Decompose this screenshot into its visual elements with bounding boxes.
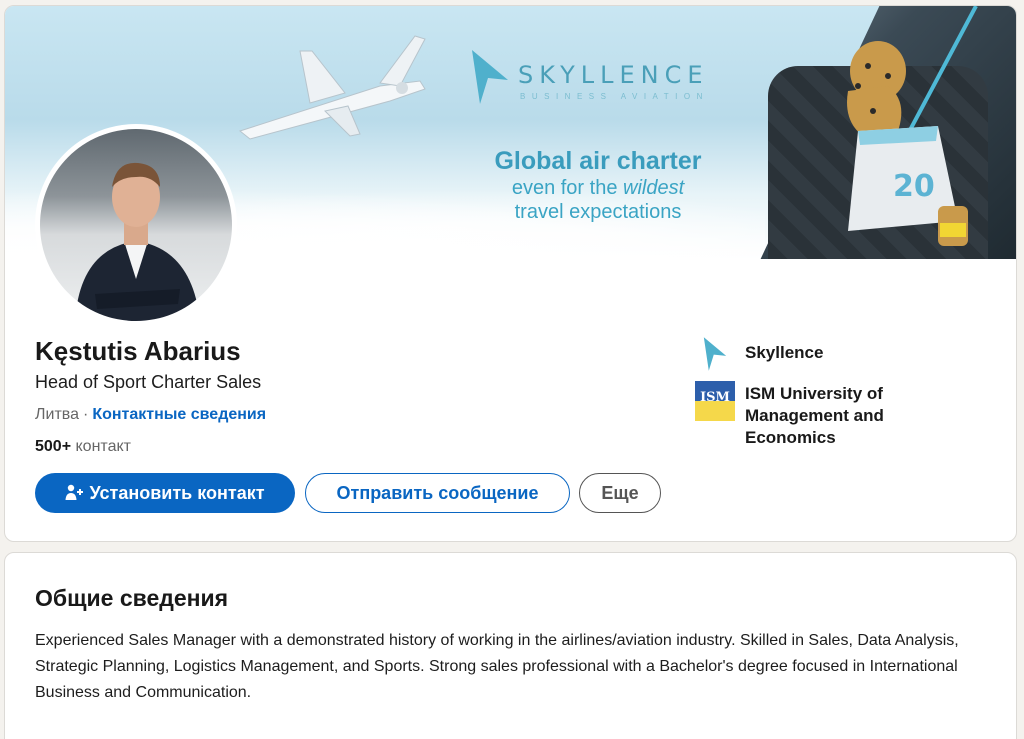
location-row: Литва · Контактные сведения bbox=[35, 406, 267, 423]
connections-count[interactable]: 500+ контакт bbox=[35, 438, 131, 456]
profile-name: Kęstutis Abarius bbox=[35, 336, 241, 366]
school-name: ISM University of Management and Economi… bbox=[745, 384, 884, 447]
profile-location: Литва bbox=[35, 406, 79, 423]
person-photo bbox=[75, 162, 200, 321]
profile-card: SKYLLENCE BUSINESS AVIATION Global air c… bbox=[4, 5, 1017, 542]
company-skyllence[interactable]: Skyllence bbox=[695, 334, 823, 374]
leopard-mascot-illustration: 20 bbox=[847, 41, 968, 246]
banner-brand-subtitle: BUSINESS AVIATION bbox=[520, 92, 709, 101]
ism-logo-icon: ISM bbox=[695, 381, 735, 421]
banner-brand-name: SKYLLENCE bbox=[518, 61, 709, 89]
more-button[interactable]: Еще bbox=[579, 473, 661, 513]
jet-illustration bbox=[238, 35, 426, 140]
jersey-number: 20 bbox=[893, 169, 935, 204]
message-button[interactable]: Отправить сообщение bbox=[305, 473, 570, 513]
add-person-icon bbox=[65, 484, 84, 500]
profile-avatar[interactable] bbox=[35, 124, 237, 326]
education-ism[interactable]: ISM ISM University of Management and Eco… bbox=[695, 381, 915, 449]
profile-headline: Head of Sport Charter Sales bbox=[35, 372, 262, 392]
about-text: Experienced Sales Manager with a demonst… bbox=[35, 632, 959, 701]
skyllence-logo-icon bbox=[472, 50, 508, 104]
about-title: Общие сведения bbox=[35, 585, 229, 611]
contact-info-link[interactable]: Контактные сведения bbox=[92, 406, 266, 423]
about-card: Общие сведения Experienced Sales Manager… bbox=[4, 552, 1017, 739]
company-name: Skyllence bbox=[745, 343, 824, 362]
connect-button[interactable]: Установить контакт bbox=[35, 473, 295, 513]
skyllence-logo-icon bbox=[703, 337, 727, 371]
slogan-line-1: Global air charter bbox=[494, 147, 702, 175]
slogan-line-2: even for the wildest bbox=[511, 177, 685, 199]
slogan-line-3: travel expectations bbox=[514, 201, 682, 223]
banner-slogan: Global air charter even for the wildest … bbox=[467, 146, 729, 224]
